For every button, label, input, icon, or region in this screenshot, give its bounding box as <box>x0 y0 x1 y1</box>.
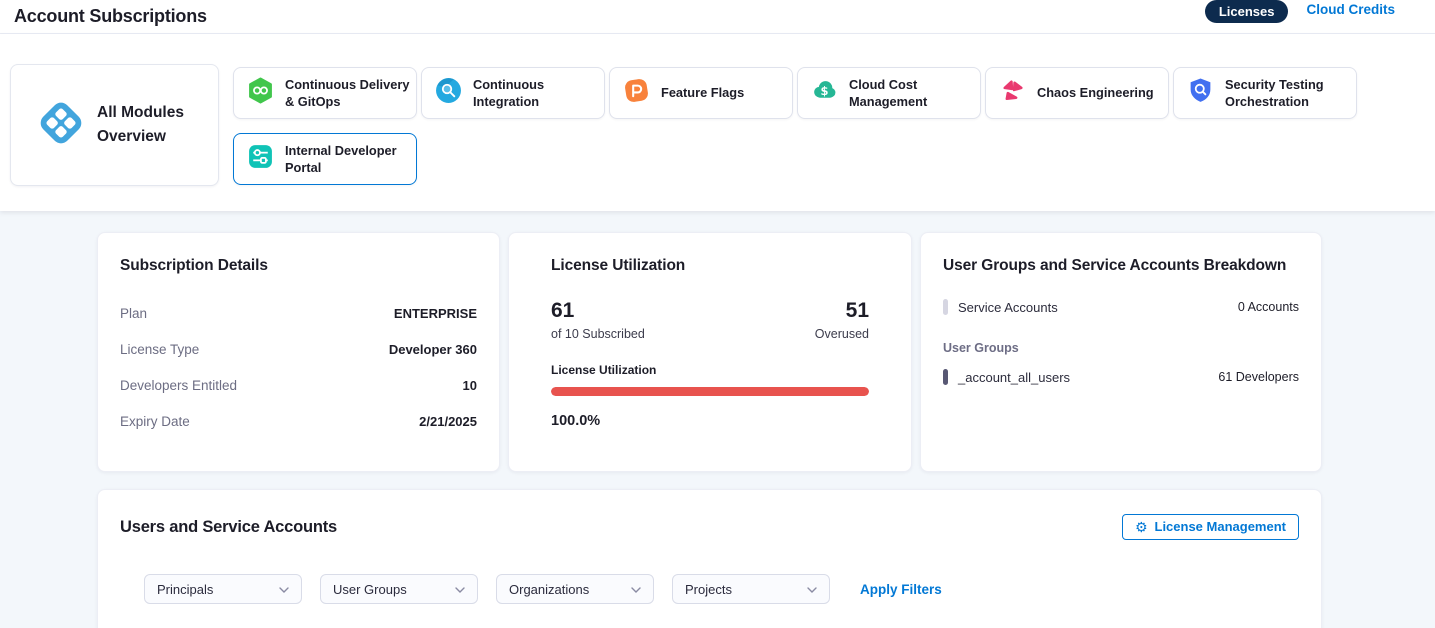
utilization-bar-fill <box>551 387 869 396</box>
tab-cloud-credits[interactable]: Cloud Credits <box>1306 0 1395 19</box>
module-card-internal-developer-portal[interactable]: Internal Developer Portal <box>233 133 417 185</box>
user-groups-subheader: User Groups <box>943 341 1299 355</box>
filter-label: Principals <box>157 582 213 597</box>
module-label: Security Testing Orchestration <box>1225 76 1356 111</box>
groups-breakdown-card: User Groups and Service Accounts Breakdo… <box>920 232 1322 472</box>
module-label: Cloud Cost Management <box>849 76 980 111</box>
users-service-accounts-card: Users and Service Accounts ⚙ License Man… <box>97 489 1322 628</box>
row-value: Developer 360 <box>389 342 477 357</box>
module-card-ci[interactable]: Continuous Integration <box>421 67 605 119</box>
gear-icon: ⚙ <box>1135 520 1148 534</box>
service-accounts-label: Service Accounts <box>958 300 1058 315</box>
row-value: ENTERPRISE <box>394 306 477 321</box>
all-modules-overview-card[interactable]: All Modules Overview <box>10 64 219 186</box>
all-modules-icon <box>37 99 85 152</box>
subscription-details-card: Subscription Details Plan ENTERPRISE Lic… <box>97 232 500 472</box>
modules-band: All Modules Overview Continuous Delivery… <box>0 34 1435 211</box>
module-card-feature-flags[interactable]: Feature Flags <box>609 67 793 119</box>
overused-caption: Overused <box>815 327 869 341</box>
module-label: Continuous Delivery & GitOps <box>285 76 416 111</box>
overused-count-block: 51 Overused <box>815 299 869 341</box>
top-header: Account Subscriptions Licenses Cloud Cre… <box>0 0 1435 34</box>
groups-breakdown-title: User Groups and Service Accounts Breakdo… <box>943 257 1299 275</box>
cd-gitops-icon <box>247 77 274 109</box>
principals-filter-dropdown[interactable]: Principals <box>144 574 302 604</box>
user-groups-filter-dropdown[interactable]: User Groups <box>320 574 478 604</box>
filter-label: User Groups <box>333 582 407 597</box>
users-section-title: Users and Service Accounts <box>120 518 337 537</box>
utilization-bar-label: License Utilization <box>551 363 869 377</box>
module-label: Chaos Engineering <box>1037 84 1160 101</box>
service-accounts-value: 0 Accounts <box>1238 300 1299 314</box>
tab-licenses[interactable]: Licenses <box>1205 0 1289 23</box>
account-subscriptions-page: Account Subscriptions Licenses Cloud Cre… <box>0 0 1435 628</box>
projects-filter-dropdown[interactable]: Projects <box>672 574 830 604</box>
user-group-value: 61 Developers <box>1218 370 1299 384</box>
chaos-engineering-icon <box>999 77 1026 109</box>
license-utilization-title: License Utilization <box>551 257 869 275</box>
module-card-cloud-cost[interactable]: $ Cloud Cost Management <box>797 67 981 119</box>
organizations-filter-dropdown[interactable]: Organizations <box>496 574 654 604</box>
module-label: Feature Flags <box>661 84 750 101</box>
users-section-header: Users and Service Accounts ⚙ License Man… <box>120 514 1299 540</box>
module-card-chaos-engineering[interactable]: Chaos Engineering <box>985 67 1169 119</box>
row-label: Expiry Date <box>120 414 190 429</box>
row-value: 2/21/2025 <box>419 414 477 429</box>
used-count-block: 61 of 10 Subscribed <box>551 299 645 341</box>
internal-developer-portal-icon <box>247 143 274 175</box>
overused-count: 51 <box>815 299 869 323</box>
utilization-bar-track <box>551 387 869 396</box>
all-modules-overview-label: All Modules Overview <box>97 101 189 149</box>
module-card-security-testing[interactable]: Security Testing Orchestration <box>1173 67 1357 119</box>
row-value: 10 <box>463 378 477 393</box>
subscription-row-expiry-date: Expiry Date 2/21/2025 <box>120 403 477 439</box>
svg-text:$: $ <box>821 84 829 98</box>
chevron-down-icon <box>455 580 465 598</box>
ci-icon <box>435 77 462 109</box>
service-accounts-row: Service Accounts 0 Accounts <box>943 299 1299 315</box>
subscription-view-toggle: Licenses Cloud Credits <box>1205 0 1395 23</box>
license-management-label: License Management <box>1155 519 1287 534</box>
subscription-details-title: Subscription Details <box>120 257 477 275</box>
chevron-down-icon <box>807 580 817 598</box>
user-group-row: _account_all_users 61 Developers <box>943 369 1299 385</box>
used-count: 61 <box>551 299 645 323</box>
license-utilization-card: License Utilization 61 of 10 Subscribed … <box>508 232 912 472</box>
user-group-label: _account_all_users <box>958 370 1070 385</box>
user-group-pill-icon <box>943 369 948 385</box>
filter-label: Projects <box>685 582 732 597</box>
module-label: Internal Developer Portal <box>285 142 416 177</box>
license-management-button[interactable]: ⚙ License Management <box>1122 514 1299 540</box>
utilization-percent: 100.0% <box>551 413 869 429</box>
subscription-details-rows: Plan ENTERPRISE License Type Developer 3… <box>120 295 477 439</box>
row-label: Developers Entitled <box>120 378 237 393</box>
row-label: Plan <box>120 306 147 321</box>
subscription-row-developers-entitled: Developers Entitled 10 <box>120 367 477 403</box>
service-accounts-pill-icon <box>943 299 948 315</box>
subscription-row-license-type: License Type Developer 360 <box>120 331 477 367</box>
filter-label: Organizations <box>509 582 589 597</box>
apply-filters-button[interactable]: Apply Filters <box>860 582 942 597</box>
module-label: Continuous Integration <box>473 76 604 111</box>
utilization-numbers: 61 of 10 Subscribed 51 Overused <box>551 299 869 341</box>
cloud-cost-icon: $ <box>811 77 838 109</box>
filters-row: Principals User Groups Organizations Pro… <box>144 574 1299 604</box>
page-title: Account Subscriptions <box>14 6 207 27</box>
row-label: License Type <box>120 342 199 357</box>
module-card-cd-gitops[interactable]: Continuous Delivery & GitOps <box>233 67 417 119</box>
feature-flags-icon <box>623 77 650 109</box>
used-caption: of 10 Subscribed <box>551 327 645 341</box>
chevron-down-icon <box>631 580 641 598</box>
subscription-row-plan: Plan ENTERPRISE <box>120 295 477 331</box>
security-testing-icon <box>1187 77 1214 109</box>
chevron-down-icon <box>279 580 289 598</box>
